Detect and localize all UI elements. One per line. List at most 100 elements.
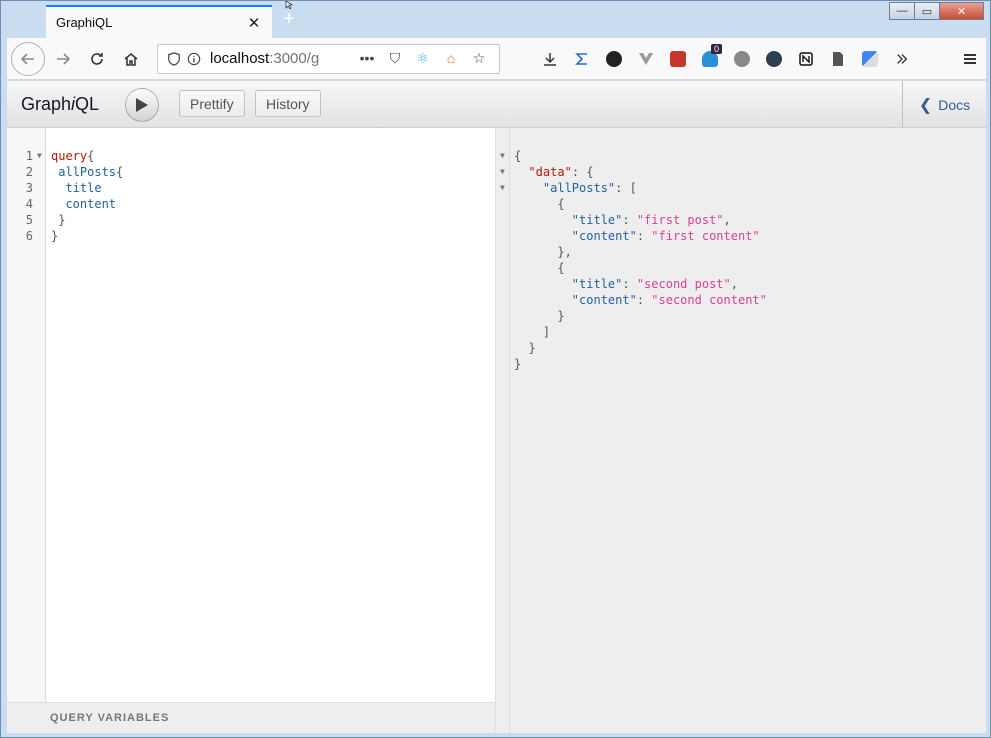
- ninja-extension-icon[interactable]: [598, 45, 630, 73]
- google-translate-icon[interactable]: [854, 45, 886, 73]
- arrow-left-icon: [20, 52, 34, 65]
- navigation-bar: localhost:3000/g ••• ⛉ ⚛ ⌂ ☆ 0: [7, 38, 986, 80]
- code-token: {: [514, 149, 522, 163]
- house-extension-icon[interactable]: ⌂: [437, 50, 465, 67]
- vue-devtools-icon[interactable]: [630, 45, 662, 73]
- line-number: 5: [25, 213, 33, 227]
- result-source: "title": "second post",: [514, 276, 738, 292]
- code-token: title: [65, 181, 102, 195]
- code-token: "title": [571, 213, 623, 227]
- code-token: :: [622, 277, 637, 291]
- tab-strip: GraphiQL ✕ + — ▭ ✕: [1, 1, 990, 38]
- spider-extension-icon[interactable]: [726, 45, 758, 73]
- code-token: :: [636, 293, 652, 307]
- document-icon[interactable]: [822, 45, 854, 73]
- url-path: :3000/g: [269, 50, 320, 67]
- code-token: ]: [542, 325, 551, 339]
- tab-close-icon[interactable]: ✕: [246, 15, 262, 32]
- minimize-button[interactable]: —: [889, 2, 915, 20]
- red-extension-icon[interactable]: [662, 45, 694, 73]
- code-token: :: [636, 229, 652, 243]
- code-token: ,: [723, 213, 731, 227]
- home-button[interactable]: [115, 43, 147, 75]
- line-number: 3: [25, 181, 33, 195]
- url-bar[interactable]: localhost:3000/g ••• ⛉ ⚛ ⌂ ☆: [157, 43, 500, 74]
- code-token: query: [51, 149, 88, 163]
- code-token: "title": [571, 277, 623, 291]
- code-token: }: [528, 341, 536, 355]
- arrow-right-icon: [57, 52, 71, 65]
- result-source: }: [514, 308, 564, 324]
- tab-title: GraphiQL: [56, 15, 113, 30]
- bookmark-star-icon[interactable]: ☆: [465, 50, 493, 67]
- result-source: "content": "second content": [514, 292, 767, 308]
- reload-button[interactable]: [81, 43, 113, 75]
- query-variables-label: QUERY VARIABLES: [50, 712, 170, 724]
- code-token: }: [58, 213, 66, 227]
- home-icon: [124, 52, 138, 66]
- notion-icon[interactable]: [790, 45, 822, 73]
- bird-extension-icon[interactable]: [758, 45, 790, 73]
- fold-marker-icon[interactable]: ▼: [500, 164, 505, 180]
- code-token: ,: [730, 277, 738, 291]
- fold-marker-icon[interactable]: ▼: [37, 148, 42, 164]
- badge-count: 0: [711, 43, 723, 54]
- code-token: "content": [571, 293, 637, 307]
- url-actions: ••• ⛉ ⚛ ⌂ ☆: [353, 50, 493, 67]
- query-editor[interactable]: 1 ▼ query{2 allPosts{3 title 4 content 5 } 6}: [7, 128, 496, 702]
- fold-marker-icon[interactable]: ▼: [500, 180, 505, 196]
- mouse-cursor-icon: [285, 1, 293, 9]
- pocket-icon[interactable]: ⛉: [381, 50, 409, 67]
- overflow-chevron-icon[interactable]: [886, 45, 918, 73]
- url-host: localhost: [210, 50, 270, 67]
- code-token: "second post": [636, 277, 731, 291]
- line-number: 2: [25, 165, 33, 179]
- tab-graphiql[interactable]: GraphiQL ✕: [46, 5, 272, 38]
- result-source: {: [514, 260, 564, 276]
- download-icon[interactable]: [534, 45, 566, 73]
- code-token: }: [51, 229, 59, 243]
- code-token: "content": [571, 229, 637, 243]
- graphiql-toolbar: GraphiQL Prettify History ❮ Docs: [7, 81, 986, 128]
- prettify-button[interactable]: Prettify: [179, 90, 245, 117]
- docs-label: Docs: [938, 96, 971, 113]
- hamburger-menu-icon[interactable]: [954, 45, 986, 73]
- close-window-button[interactable]: ✕: [939, 2, 984, 20]
- history-button[interactable]: History: [255, 90, 321, 117]
- code-token: content: [65, 197, 117, 211]
- code-source: title: [51, 180, 102, 196]
- maximize-button[interactable]: ▭: [914, 2, 940, 20]
- info-icon[interactable]: [184, 49, 204, 69]
- code-token: "second content": [651, 293, 767, 307]
- code-source: query{: [51, 148, 94, 164]
- new-tab-icon[interactable]: +: [279, 9, 299, 29]
- fold-marker-icon[interactable]: ▼: [500, 148, 505, 164]
- page-actions-icon[interactable]: •••: [353, 50, 381, 67]
- result-source: }: [514, 356, 521, 372]
- back-button[interactable]: [11, 41, 45, 76]
- query-variables-bar[interactable]: QUERY VARIABLES: [7, 702, 496, 733]
- result-source: }: [514, 340, 536, 356]
- docs-button[interactable]: ❮ Docs: [902, 81, 986, 128]
- sigma-extension-icon[interactable]: [566, 45, 598, 73]
- ghostery-icon[interactable]: 0: [694, 43, 726, 73]
- execute-query-button[interactable]: [125, 88, 159, 122]
- result-source: "allPosts": [: [514, 180, 637, 196]
- code-source: }: [51, 212, 65, 228]
- forward-button[interactable]: [47, 43, 79, 75]
- shield-icon[interactable]: [164, 49, 184, 69]
- graphiql-title: GraphiQL: [21, 94, 100, 114]
- line-number: 1: [25, 149, 33, 163]
- result-source: {: [514, 148, 521, 164]
- result-pane: ▼ { ▼ "data": { ▼ "allPosts": [ { "title": …: [496, 128, 986, 733]
- result-source: "data": {: [514, 164, 593, 180]
- url-text[interactable]: localhost:3000/g: [210, 50, 340, 67]
- react-devtools-icon[interactable]: ⚛: [409, 50, 437, 67]
- line-number: 6: [25, 229, 33, 243]
- browser-window: GraphiQL ✕ + — ▭ ✕ localhost:3000/g ••• …: [0, 0, 991, 738]
- extension-toolbar: 0: [534, 43, 918, 73]
- result-source: "title": "first post",: [514, 212, 731, 228]
- code-source: allPosts{: [51, 164, 123, 180]
- code-token: },: [557, 245, 572, 259]
- code-token: {: [87, 149, 95, 163]
